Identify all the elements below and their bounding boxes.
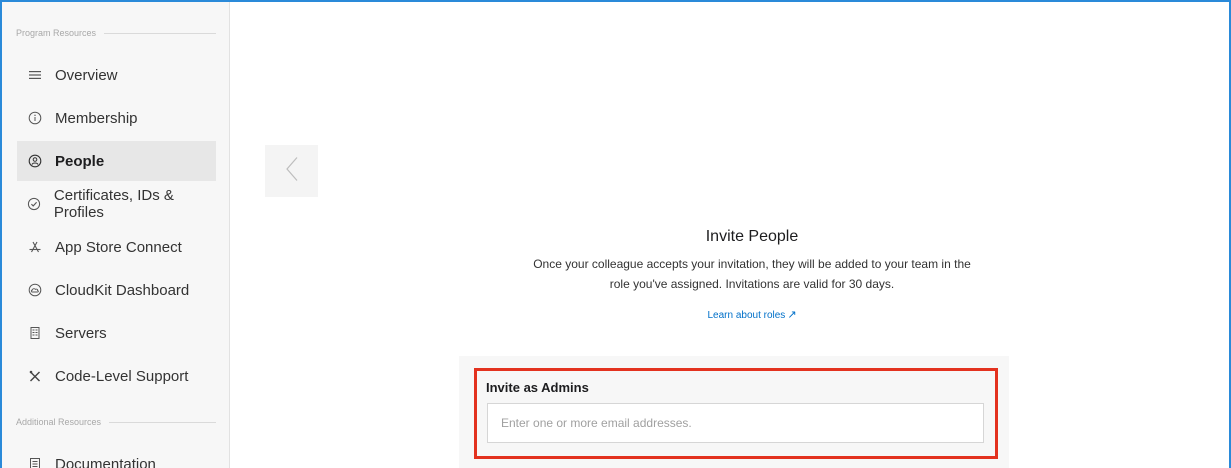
section-divider [104,32,216,34]
sidebar-item-label: Certificates, IDs & Profiles [53,187,174,221]
sidebar-item-membership[interactable]: Membership [17,98,216,138]
back-button[interactable] [265,145,318,197]
external-arrow-icon: ↗ [787,309,797,321]
sidebar-item-label: Documentation [55,455,156,468]
list-icon [27,67,43,83]
tools-icon [27,368,43,384]
chevron-left-icon [285,156,299,187]
badge-check-icon [27,196,42,212]
learn-about-roles-link[interactable]: Learn about roles ↗ [602,308,902,321]
sidebar-item-app-store-connect[interactable]: App Store Connect [17,227,216,267]
sidebar-item-label: Overview [55,66,118,84]
people-circle-icon [27,153,43,169]
window-frame: Program Resources Overview Membership Pe… [0,0,1231,468]
section-header-program-resources: Program Resources [16,26,216,40]
section-header-label: Program Resources [16,28,97,38]
invite-admins-label: Invite as Admins [486,380,589,395]
sidebar-item-code-level-support[interactable]: Code-Level Support [17,356,216,396]
learn-link-label: Learn about roles [707,310,786,321]
sidebar-item-label: People [55,152,105,170]
app-store-icon [27,239,43,255]
sidebar-item-servers[interactable]: Servers [17,313,216,353]
cloud-icon [27,282,43,298]
sidebar-item-label: Membership [55,109,138,127]
sidebar-item-people[interactable]: People [17,141,216,181]
description-line-1: Once your colleague accepts your invitat… [533,257,971,271]
invite-admins-email-input[interactable] [487,403,984,443]
sidebar: Program Resources Overview Membership Pe… [2,2,230,468]
section-header-additional-resources: Additional Resources [16,415,216,429]
section-divider [109,421,216,423]
section-header-label: Additional Resources [16,417,102,427]
server-icon [27,325,43,341]
description-line-2: role you've assigned. Invitations are va… [609,277,895,291]
page-description: Once your colleague accepts your invitat… [497,254,1007,294]
sidebar-item-certificates[interactable]: Certificates, IDs & Profiles [17,184,216,224]
sidebar-item-label: Servers [55,324,107,342]
sidebar-item-cloudkit-dashboard[interactable]: CloudKit Dashboard [17,270,216,310]
info-circle-icon [27,110,43,126]
page-title: Invite People [705,228,799,245]
sidebar-item-label: Code-Level Support [55,367,189,385]
sidebar-item-label: App Store Connect [55,238,182,256]
sidebar-item-overview[interactable]: Overview [17,55,216,95]
sidebar-item-label: CloudKit Dashboard [55,281,190,299]
document-icon [27,456,43,468]
sidebar-item-documentation[interactable]: Documentation [17,444,216,468]
